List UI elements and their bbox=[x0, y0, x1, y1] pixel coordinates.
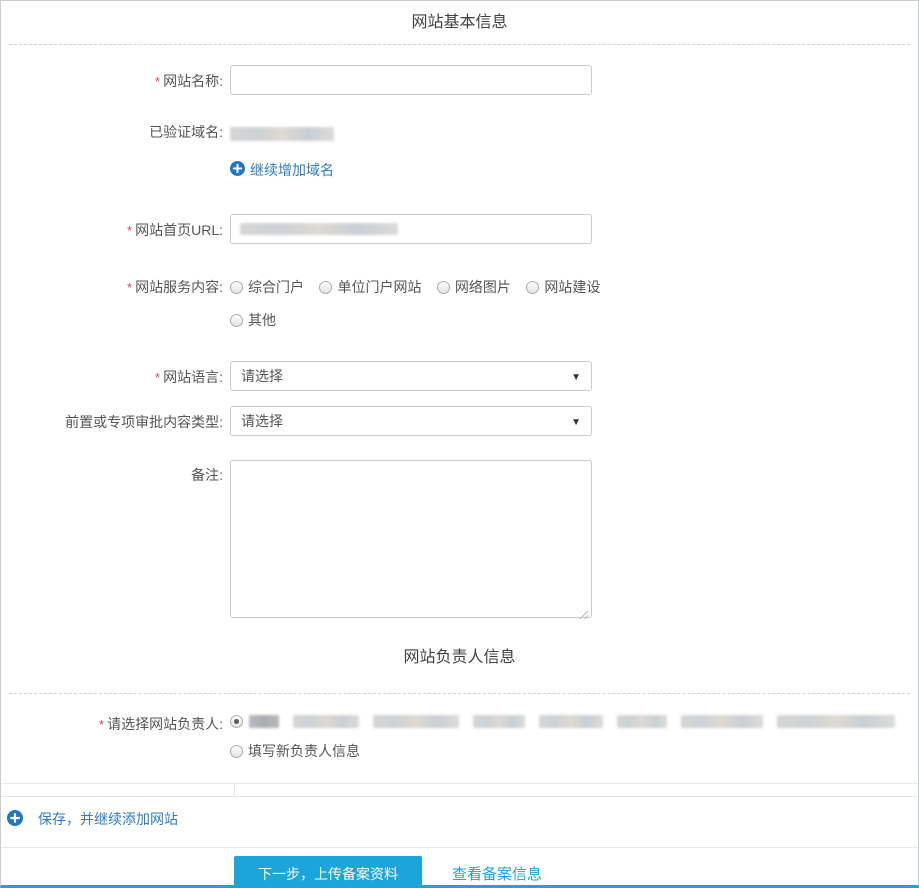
language-label-wrap: * 网站语言: bbox=[1, 361, 223, 387]
approval-type-row: 前置或专项审批内容类型: 请选择 bbox=[1, 406, 918, 436]
required-marker: * bbox=[127, 223, 133, 238]
contact-redacted-segment bbox=[681, 715, 763, 728]
section-title-basic-info: 网站基本信息 bbox=[411, 14, 508, 31]
homepage-url-label: 网站首页URL: bbox=[135, 222, 223, 238]
form-table-column-divider bbox=[234, 784, 235, 796]
add-domain-link[interactable]: 继续增加域名 bbox=[230, 160, 334, 180]
radio-service-unit-portal[interactable] bbox=[319, 281, 333, 294]
remark-label-wrap: 备注: bbox=[1, 460, 223, 484]
radio-new-contact[interactable] bbox=[230, 745, 243, 758]
site-name-row: * 网站名称: bbox=[1, 65, 918, 95]
service-option-other-label: 其他 bbox=[248, 312, 276, 328]
homepage-url-redacted-value bbox=[240, 223, 398, 235]
radio-service-other[interactable] bbox=[230, 314, 243, 327]
language-select[interactable]: 请选择 bbox=[230, 361, 592, 391]
service-option-portal[interactable]: 综合门户 bbox=[230, 278, 304, 296]
service-option-portal-label: 综合门户 bbox=[248, 279, 304, 295]
new-contact-option-label: 填写新负责人信息 bbox=[248, 743, 360, 759]
contact-redacted-segment bbox=[617, 715, 667, 728]
language-row: * 网站语言: 请选择 bbox=[1, 361, 918, 391]
contact-redacted-segment bbox=[473, 715, 525, 728]
service-option-images-label: 网络图片 bbox=[454, 279, 511, 295]
save-and-add-site-label: 保存，并继续添加网站 bbox=[38, 811, 178, 827]
add-domain-row: 继续增加域名 bbox=[1, 160, 918, 181]
new-contact-option[interactable]: 填写新负责人信息 bbox=[230, 742, 360, 760]
dropdown-arrow-icon bbox=[571, 367, 581, 385]
verified-domain-label-wrap: 已验证域名: bbox=[1, 123, 223, 141]
radio-service-images[interactable] bbox=[436, 281, 450, 294]
contact-select-label-wrap: * 请选择网站负责人: bbox=[1, 713, 223, 734]
required-marker: * bbox=[127, 280, 133, 295]
service-content-label-wrap: * 网站服务内容: bbox=[1, 278, 223, 297]
form-table-footer-border bbox=[1, 783, 918, 797]
new-contact-option-line: 填写新负责人信息 bbox=[230, 742, 918, 761]
plus-circle-icon bbox=[230, 161, 245, 179]
remark-label: 备注: bbox=[191, 467, 223, 483]
verified-domain-label: 已验证域名: bbox=[149, 124, 223, 140]
service-option-unit-portal-label: 单位门户网站 bbox=[337, 279, 422, 295]
service-option-construction-label: 网站建设 bbox=[544, 279, 601, 295]
verified-domain-row: 已验证域名: bbox=[1, 123, 918, 143]
service-option-other[interactable]: 其他 bbox=[230, 311, 276, 329]
view-filing-info-link[interactable]: 查看备案信息 bbox=[452, 863, 542, 884]
remark-row: 备注: bbox=[1, 460, 918, 623]
service-options-line2: 其他 bbox=[230, 311, 918, 330]
required-marker: * bbox=[155, 370, 161, 385]
next-step-button[interactable]: 下一步，上传备案资料 bbox=[234, 856, 422, 885]
website-filing-form: 网站基本信息 *网站名称: 已验证域名: 继续增加域名 *网站首页URL: bbox=[0, 0, 919, 888]
contact-select-row: * 请选择网站负责人: 填写新负责人信息 bbox=[1, 713, 918, 761]
service-options-line1: 综合门户 单位门户网站 网络图片 网站建设 bbox=[230, 278, 918, 297]
language-label: 网站语言: bbox=[163, 369, 223, 385]
homepage-url-input[interactable] bbox=[230, 214, 592, 244]
service-content-row: * 网站服务内容: 综合门户 单位门户网站 网络图片 网站建设 其他 bbox=[1, 278, 918, 330]
language-select-value: 请选择 bbox=[241, 368, 283, 384]
approval-type-label: 前置或专项审批内容类型: bbox=[65, 414, 223, 430]
textarea-resize-handle-icon[interactable] bbox=[579, 607, 589, 620]
service-option-construction[interactable]: 网站建设 bbox=[526, 278, 600, 296]
contact-redacted-segment bbox=[777, 715, 895, 728]
verified-domain-redacted-value bbox=[230, 126, 334, 141]
radio-service-portal[interactable] bbox=[230, 281, 243, 294]
required-marker: * bbox=[99, 717, 105, 732]
add-domain-link-label: 继续增加域名 bbox=[250, 162, 334, 178]
remark-textarea[interactable] bbox=[230, 460, 592, 618]
homepage-url-label-wrap: * 网站首页URL: bbox=[1, 214, 223, 240]
required-marker: * bbox=[155, 74, 161, 89]
site-name-label-wrap: * 网站名称: bbox=[1, 65, 223, 91]
contact-redacted-name bbox=[249, 715, 279, 728]
contact-redacted-segment bbox=[293, 715, 359, 728]
approval-type-select[interactable]: 请选择 bbox=[230, 406, 592, 436]
plus-circle-icon bbox=[7, 809, 23, 829]
existing-contact-option[interactable] bbox=[230, 715, 918, 728]
radio-service-construction[interactable] bbox=[526, 281, 540, 294]
contact-redacted-segment bbox=[373, 715, 459, 728]
save-and-add-site-link[interactable]: 保存，并继续添加网站 bbox=[7, 809, 178, 829]
service-option-unit-portal[interactable]: 单位门户网站 bbox=[319, 278, 421, 296]
service-content-label: 网站服务内容: bbox=[135, 279, 223, 295]
homepage-url-row: * 网站首页URL: bbox=[1, 214, 918, 244]
divider-dashed-top bbox=[9, 44, 910, 45]
site-name-input[interactable] bbox=[230, 65, 592, 95]
site-name-label: 网站名称: bbox=[163, 73, 223, 89]
divider-dashed-contact bbox=[9, 693, 910, 694]
approval-type-select-value: 请选择 bbox=[241, 413, 283, 429]
approval-type-label-wrap: 前置或专项审批内容类型: bbox=[1, 406, 223, 431]
service-option-images[interactable]: 网络图片 bbox=[436, 278, 511, 296]
save-row: 保存，并继续添加网站 bbox=[1, 807, 918, 831]
radio-existing-contact[interactable] bbox=[230, 715, 243, 728]
dropdown-arrow-icon bbox=[571, 412, 581, 430]
contact-redacted-segment bbox=[539, 715, 603, 728]
contact-select-label: 请选择网站负责人: bbox=[107, 716, 223, 732]
footer-actions: 下一步，上传备案资料 查看备案信息 bbox=[1, 848, 918, 885]
section-title-contact-info: 网站负责人信息 bbox=[403, 649, 516, 666]
